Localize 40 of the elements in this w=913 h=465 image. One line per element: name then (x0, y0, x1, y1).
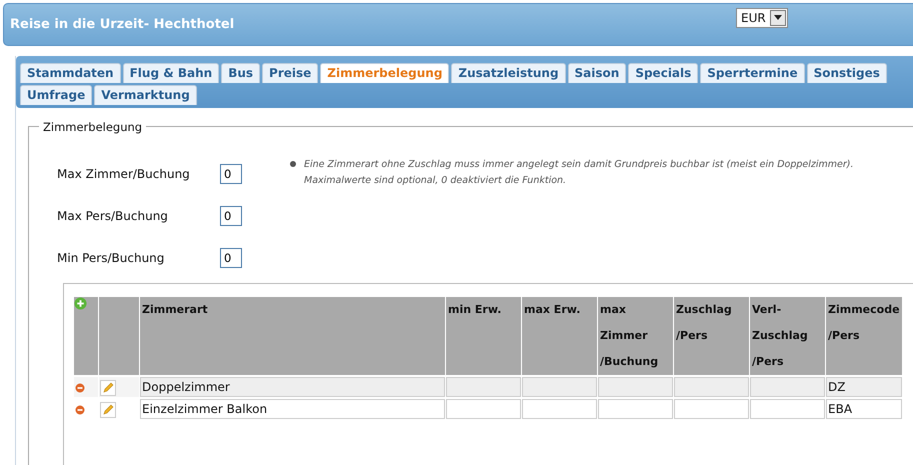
table-cell: Einzelzimmer Balkon (140, 399, 445, 419)
column-header: max Erw. (522, 297, 597, 375)
input-field[interactable]: 0 (220, 164, 242, 184)
remove-icon[interactable] (75, 382, 85, 393)
tab[interactable]: Bus (221, 63, 260, 83)
tab[interactable]: Specials (628, 63, 698, 83)
field-label: Min Pers/Buchung (57, 250, 166, 267)
field-label: Max Pers/Buchung (57, 208, 169, 225)
pencil-icon[interactable] (100, 402, 116, 418)
table-cell: DZ (826, 377, 902, 397)
column-header: max Zimmer /Buchung (598, 297, 673, 375)
column-header: Zuschlag /Pers (674, 297, 749, 375)
column-header: min Erw. (446, 297, 521, 375)
tab[interactable]: Umfrage (20, 85, 92, 105)
tab[interactable]: Stammdaten (20, 63, 121, 83)
tab[interactable]: Sperrtermine (700, 63, 805, 83)
pencil-icon[interactable] (100, 380, 116, 396)
column-header: Verl- Zuschlag /Pers (750, 297, 825, 375)
tab[interactable]: Sonstiges (806, 63, 887, 83)
table-cell: Doppelzimmer (140, 377, 445, 397)
currency-select[interactable]: EUR (736, 8, 788, 28)
input-field[interactable]: 0 (220, 248, 242, 268)
column-header: Zimmerart (140, 297, 445, 375)
tab[interactable]: Zusatzleistung (451, 63, 566, 83)
add-icon[interactable] (74, 297, 87, 310)
tab[interactable]: Preise (262, 63, 318, 83)
remove-icon[interactable] (75, 404, 85, 415)
tab[interactable]: Flug & Bahn (122, 63, 220, 83)
field-label: Max Zimmer/Buchung (57, 166, 191, 183)
tab[interactable]: Zimmerbelegung (320, 63, 450, 83)
input-field[interactable]: 0 (220, 206, 242, 226)
fieldset-legend: Zimmerbelegung (39, 119, 146, 136)
dropdown-arrow-icon (774, 15, 782, 20)
column-header: Zimmecode /Pers (826, 297, 902, 375)
table-cell: EBA (826, 399, 902, 419)
info-note: Eine Zimmerart ohne Zuschlag muss immer angelegt sein damit Grundpreis buchbar ist (meist ein Doppelzimmer). Maximalwerte sind optional, 0 deaktiviert die Funktion. (304, 158, 854, 188)
bullet-icon (290, 161, 296, 167)
tab[interactable]: Vermarktung (94, 85, 197, 105)
page-title: Reise in die Urzeit- Hechthotel (10, 16, 236, 34)
tab[interactable]: Saison (568, 63, 626, 83)
